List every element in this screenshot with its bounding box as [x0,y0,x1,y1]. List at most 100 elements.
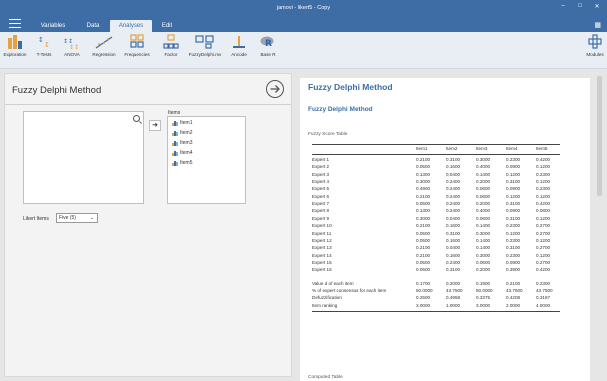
factor-label: Factor [164,52,178,57]
table-cell: 0.3000 [416,215,431,221]
results-area: Fuzzy Delphi Method Fuzzy Delphi Method … [296,72,603,381]
exploration-button[interactable]: Exploration [2,34,28,57]
svg-text:R: R [265,39,272,49]
anova-label: ANOVA [64,52,80,57]
table-cell: 0.0500 [416,237,431,243]
frequencies-button[interactable]: Frequencies [121,34,153,57]
table-cell: 0.1200 [536,164,551,170]
fuzzy-delphi-button[interactable]: FuzzyDelphi.mv [188,34,222,57]
fuzzy-score-table-caption: Fuzzy Score Table [308,132,348,137]
modules-button[interactable]: Modules [584,34,606,57]
results-scrollbar[interactable] [597,74,602,379]
table-cell: 0.1300 [416,171,431,177]
table-cell: Expert 3 [312,171,330,177]
minimize-button[interactable]: – [558,3,568,9]
items-list[interactable]: Item1 Item2 Item3 Item4 Item5 [167,116,246,204]
ordinal-variable-icon [172,120,178,126]
table-header-cell: Item3 [476,146,488,151]
results-panel: Fuzzy Delphi Method Fuzzy Delphi Method … [300,78,590,381]
maximize-button[interactable]: □ [575,3,585,9]
table-cell: 0.0500 [416,164,431,170]
table-header-cell: Item5 [536,146,548,151]
table-cell: Expert 6 [312,193,330,199]
summary-cell: 0.3167 [536,295,551,301]
table-cell: 0.0900 [506,259,521,265]
tab-variables[interactable]: Variables [36,20,70,32]
table-cell: 0.2700 [536,223,551,229]
frequencies-label: Frequencies [124,52,150,57]
summary-cell: 2.0000 [506,302,521,308]
list-item[interactable]: Item5 [172,159,193,167]
table-cell: 0.2300 [506,237,521,243]
t-tests-button[interactable]: ↕ ↕ T-Tests [32,34,56,57]
table-cell: Expert 9 [312,215,330,221]
item-label: Item4 [180,150,193,156]
table-header-cell: Item1 [416,146,428,151]
table-cell: 0.3100 [506,245,521,251]
table-cell: 0.0600 [476,215,491,221]
tab-edit[interactable]: Edit [155,20,179,32]
table-cell: 0.3000 [476,252,491,258]
table-cell: 0.3000 [416,179,431,185]
move-to-items-button[interactable]: ➜ [149,120,161,131]
table-cell: 0.2100 [416,157,431,162]
close-button[interactable]: ✕ [592,3,602,10]
table-cell: 0.1200 [536,252,551,258]
ancode-button[interactable]: Ancode [227,34,251,57]
tab-data[interactable]: Data [80,20,106,32]
table-cell: 0.2700 [536,245,551,251]
analyses-ribbon: Exploration ↕ ↕ T-Tests ↕↕ ↕↕ ANOVA Regres… [0,32,607,69]
fuzzy-delphi-icon [195,35,214,49]
hide-options-button[interactable] [266,80,284,98]
summary-cell: 43.7500 [506,287,523,293]
svg-text:↕↕: ↕↕ [69,44,79,50]
table-cell: 0.2400 [446,201,461,207]
table-header-cell: Item4 [506,146,518,151]
tab-analyses[interactable]: Analyses [110,20,152,32]
table-cell: 0.2300 [536,171,551,177]
table-cell: 0.2100 [416,223,431,229]
list-item[interactable]: Item4 [172,149,193,157]
table-cell: 0.0900 [506,164,521,170]
summary-cell: 0.2000 [446,280,461,286]
factor-button[interactable]: Factor [159,34,183,57]
item-label: Item3 [180,140,193,146]
summary-cell: Value d of each item [312,280,354,286]
results-subheading: Fuzzy Delphi Method [308,106,373,113]
list-item[interactable]: Item3 [172,139,193,147]
table-cell: 0.1200 [506,193,521,199]
table-cell: 0.3000 [476,157,491,162]
table-cell: Expert 10 [312,223,332,229]
anova-button[interactable]: ↕↕ ↕↕ ANOVA [60,34,84,57]
base-r-button[interactable]: R Base R [256,34,280,57]
table-cell: Expert 14 [312,252,332,258]
likert-items-select[interactable]: Five (5) ⌄ [56,213,98,223]
table-cell: 0.1600 [446,252,461,258]
t-test-icon: ↕↕ [38,36,50,49]
base-r-label: Base R [260,52,276,57]
table-cell: 0.1200 [536,193,551,199]
grid-menu-icon[interactable]: ▦ [594,21,601,29]
options-divider [5,104,291,105]
regression-button[interactable]: Regression [89,34,119,57]
summary-cell: Item ranking [312,302,338,308]
table-cell: 0.2300 [506,223,521,229]
list-item[interactable]: Item2 [172,129,193,137]
likert-items-label: Likert Items [23,216,49,222]
anova-icon: ↕↕↕↕ [63,38,79,50]
scrollbar-thumb[interactable] [597,76,602,196]
search-icon[interactable] [133,115,140,122]
list-item[interactable]: Item1 [172,119,193,127]
table-cell: Expert 8 [312,208,330,214]
table-cell: Expert 5 [312,186,330,192]
table-rule [312,144,560,145]
variable-list[interactable] [23,111,144,204]
table-cell: 0.3100 [446,267,461,273]
table-cell: 0.3000 [476,230,491,236]
table-cell: 0.2300 [536,186,551,192]
main-menu-icon[interactable] [9,19,21,28]
table-cell: 0.3100 [446,230,461,236]
table-cell: 0.1200 [506,171,521,177]
table-cell: 0.2100 [416,252,431,258]
table-cell: 0.0800 [536,208,551,214]
